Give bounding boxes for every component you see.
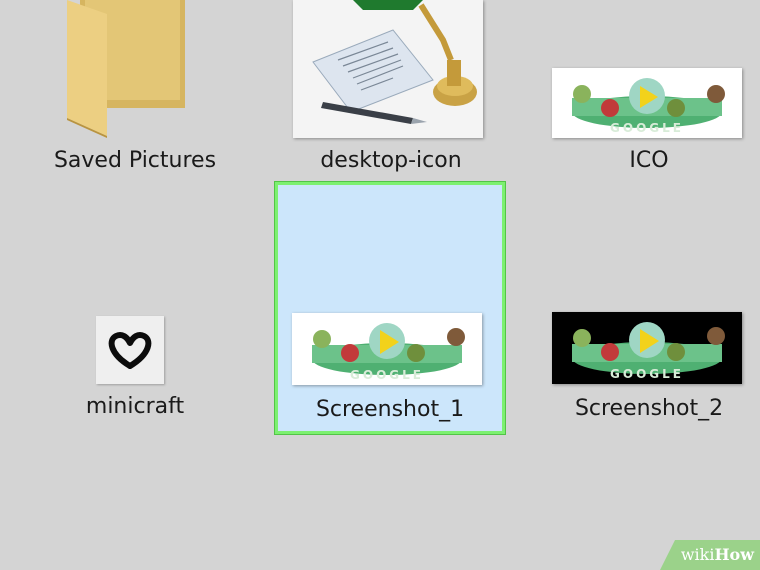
desktop-icon-thumbnail xyxy=(293,0,483,138)
doodle-logo-text: GOOGLE xyxy=(610,367,684,381)
file-icon-saved-pictures[interactable]: Saved Pictures xyxy=(35,0,235,180)
wikihow-watermark: wikiHow xyxy=(660,540,760,570)
watermark-wiki: wiki xyxy=(680,545,715,564)
file-icon-screenshot-1[interactable]: GOOGLE Screenshot_1 xyxy=(274,181,506,435)
file-label: ICO xyxy=(629,148,669,173)
watermark-text: wikiHow xyxy=(681,545,754,564)
screenshot-2-thumbnail: GOOGLE xyxy=(552,312,742,384)
file-icon-ico[interactable]: GOOGLE ICO xyxy=(548,60,750,180)
screenshot-1-thumbnail: GOOGLE xyxy=(292,313,482,385)
file-label: Screenshot_1 xyxy=(315,397,465,422)
folder-icon xyxy=(35,0,235,140)
file-label: minicraft xyxy=(85,394,185,419)
file-icon-screenshot-2[interactable]: GOOGLE Screenshot_2 xyxy=(548,312,750,430)
watermark-how: How xyxy=(714,545,754,564)
file-label: desktop-icon xyxy=(320,148,462,173)
file-label: Screenshot_2 xyxy=(574,396,724,421)
doodle-logo-text: GOOGLE xyxy=(610,121,684,135)
doodle-logo-text: GOOGLE xyxy=(350,368,424,382)
file-icon-desktop-icon[interactable]: desktop-icon xyxy=(283,0,499,180)
file-icon-minicraft[interactable]: minicraft xyxy=(60,316,210,426)
file-label: Saved Pictures xyxy=(53,148,217,173)
heart-icon xyxy=(96,316,164,384)
ico-thumbnail: GOOGLE xyxy=(552,68,742,138)
